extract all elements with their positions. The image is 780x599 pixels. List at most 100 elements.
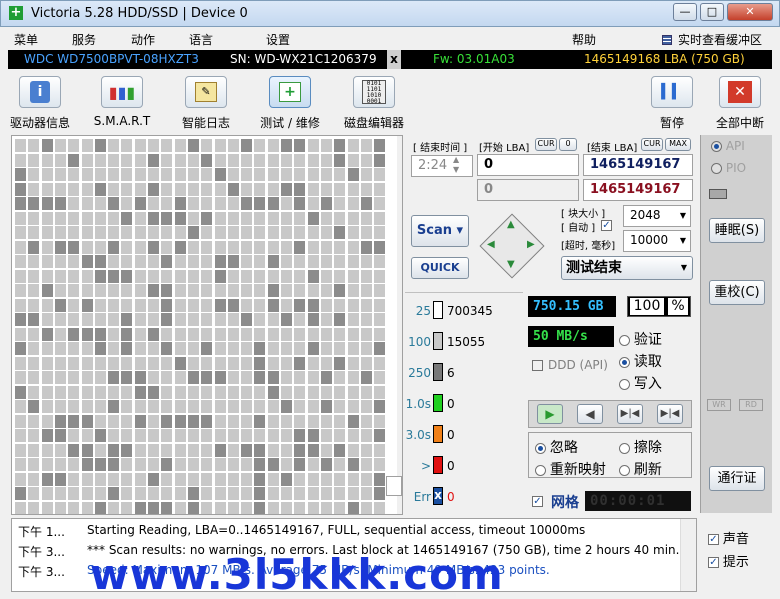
stat-color-box	[433, 425, 443, 443]
menu-service[interactable]: 服务	[72, 31, 96, 48]
scan-block	[320, 197, 332, 210]
reverse-icon[interactable]: ◀	[577, 404, 603, 424]
test-status-dropdown[interactable]: 测试结束 ▼	[561, 256, 693, 280]
hint-checkbox[interactable]: ✓ 提示	[708, 551, 749, 570]
scan-block	[15, 414, 26, 428]
scan-block	[294, 197, 306, 210]
scan-block	[15, 284, 26, 297]
scan-block	[81, 414, 93, 428]
scan-block	[41, 269, 53, 283]
end-max-button[interactable]: MAX	[665, 138, 691, 151]
scan-block	[15, 443, 26, 457]
timeout-select[interactable]: 10000 ▼	[623, 230, 691, 252]
scan-block	[15, 197, 26, 210]
grid-checkbox[interactable]: ✓	[532, 496, 543, 507]
menu-menu[interactable]: 菜单	[14, 31, 38, 48]
mode-write[interactable]: 写入	[619, 373, 662, 393]
play-icon[interactable]: ▶	[537, 404, 563, 424]
skip-back-icon[interactable]: ▶|◀	[617, 404, 643, 424]
scan-button[interactable]: Scan ▾	[411, 215, 469, 247]
scan-block	[267, 356, 279, 370]
smart-log-button[interactable]: ✎ 智能日志	[166, 74, 246, 130]
scan-block	[347, 371, 359, 384]
disk-editor-button[interactable]: 0101 1101 1010 0001 磁盘编辑器	[334, 74, 414, 130]
scan-block	[174, 342, 186, 355]
scan-block	[148, 400, 159, 413]
mode-verify[interactable]: 验证	[619, 329, 662, 349]
arrow-right-icon[interactable]: ▶	[527, 239, 535, 250]
scan-block	[227, 269, 239, 283]
mode-read[interactable]: 读取	[619, 351, 662, 371]
maximize-button[interactable]: □	[700, 3, 724, 21]
scan-block	[201, 153, 213, 167]
skip-end-icon[interactable]: ▶|◀	[657, 404, 683, 424]
smart-button[interactable]: ▮ ▮ ▮ S.M.A.R.T	[82, 74, 162, 130]
scan-block	[94, 327, 106, 341]
abort-all-button[interactable]: ✕ 全部中断	[700, 74, 780, 130]
block-size-select[interactable]: 2048 ▼	[623, 205, 691, 227]
map-scroll-thumb[interactable]	[386, 476, 402, 496]
scan-block	[267, 501, 279, 514]
scan-block	[148, 458, 159, 471]
menu-language[interactable]: 语言	[189, 31, 213, 48]
menu-help[interactable]: 帮助	[572, 31, 596, 48]
scan-block	[28, 342, 40, 355]
scan-block	[254, 443, 266, 457]
log-scrollbar[interactable]	[680, 519, 696, 591]
passport-button[interactable]: 通行证	[709, 466, 765, 491]
start-zero-button[interactable]: 0	[559, 138, 577, 151]
action-refresh[interactable]: 刷新	[619, 459, 662, 479]
direction-pad[interactable]: ▲ ▼ ◀ ▶	[479, 213, 545, 279]
sleep-button[interactable]: 睡眠(S)	[709, 218, 765, 243]
pio-radio[interactable]: PIO	[711, 161, 746, 175]
scan-block	[121, 269, 133, 283]
close-button[interactable]: ✕	[727, 3, 773, 21]
end-cur-button[interactable]: CUR	[641, 138, 663, 151]
scan-block	[15, 472, 26, 486]
recalibrate-button[interactable]: 重校(C)	[709, 280, 765, 305]
scan-block	[347, 385, 359, 399]
arrow-left-icon[interactable]: ◀	[487, 239, 495, 250]
scan-block	[121, 226, 133, 239]
scan-block	[121, 168, 133, 181]
scan-block	[134, 139, 146, 152]
scan-block	[227, 472, 239, 486]
scan-block	[81, 269, 93, 283]
ddd-checkbox[interactable]	[532, 360, 543, 371]
minimize-button[interactable]: —	[673, 3, 697, 21]
menu-settings[interactable]: 设置	[266, 31, 290, 48]
scan-block	[334, 255, 346, 268]
end-lba-input[interactable]: 1465149167	[583, 154, 693, 176]
action-remap[interactable]: 重新映射	[535, 459, 606, 479]
scan-block	[68, 342, 80, 355]
action-erase[interactable]: 擦除	[619, 437, 662, 457]
action-ignore[interactable]: 忽略	[535, 437, 578, 457]
drive-info-button[interactable]: i 驱动器信息	[0, 74, 80, 130]
test-repair-button[interactable]: + 测试 / 维修	[250, 74, 330, 130]
auto-checkbox[interactable]: ✓	[601, 220, 612, 231]
scan-block	[214, 255, 226, 268]
scan-block	[81, 168, 93, 181]
scan-block	[187, 385, 199, 399]
scan-block	[214, 182, 226, 196]
menu-action[interactable]: 动作	[131, 31, 155, 48]
api-radio[interactable]: API	[711, 139, 745, 153]
scan-block	[161, 385, 173, 399]
arrow-up-icon[interactable]: ▲	[507, 219, 515, 230]
scan-block	[254, 472, 266, 486]
elapsed-spin-icon[interactable]: ▲ ▼	[453, 155, 459, 175]
quick-button[interactable]: QUICK	[411, 257, 469, 279]
scan-block	[121, 211, 133, 225]
scan-block	[28, 168, 40, 181]
scan-block	[267, 298, 279, 312]
map-scrollbar[interactable]	[397, 136, 402, 514]
realtime-buffer-menu[interactable]: 实时查看缓冲区	[678, 31, 762, 48]
menu-bar: 菜单 服务 动作 语言 设置 帮助 实时查看缓冲区	[0, 28, 780, 50]
start-lba-input[interactable]: 0	[477, 154, 579, 176]
device-close-x[interactable]: x	[387, 50, 401, 69]
scan-block	[28, 327, 40, 341]
sound-checkbox[interactable]: ✓ 声音	[708, 528, 749, 547]
arrow-down-icon[interactable]: ▼	[507, 259, 515, 270]
scan-block	[320, 429, 332, 442]
start-cur-button[interactable]: CUR	[535, 138, 557, 151]
